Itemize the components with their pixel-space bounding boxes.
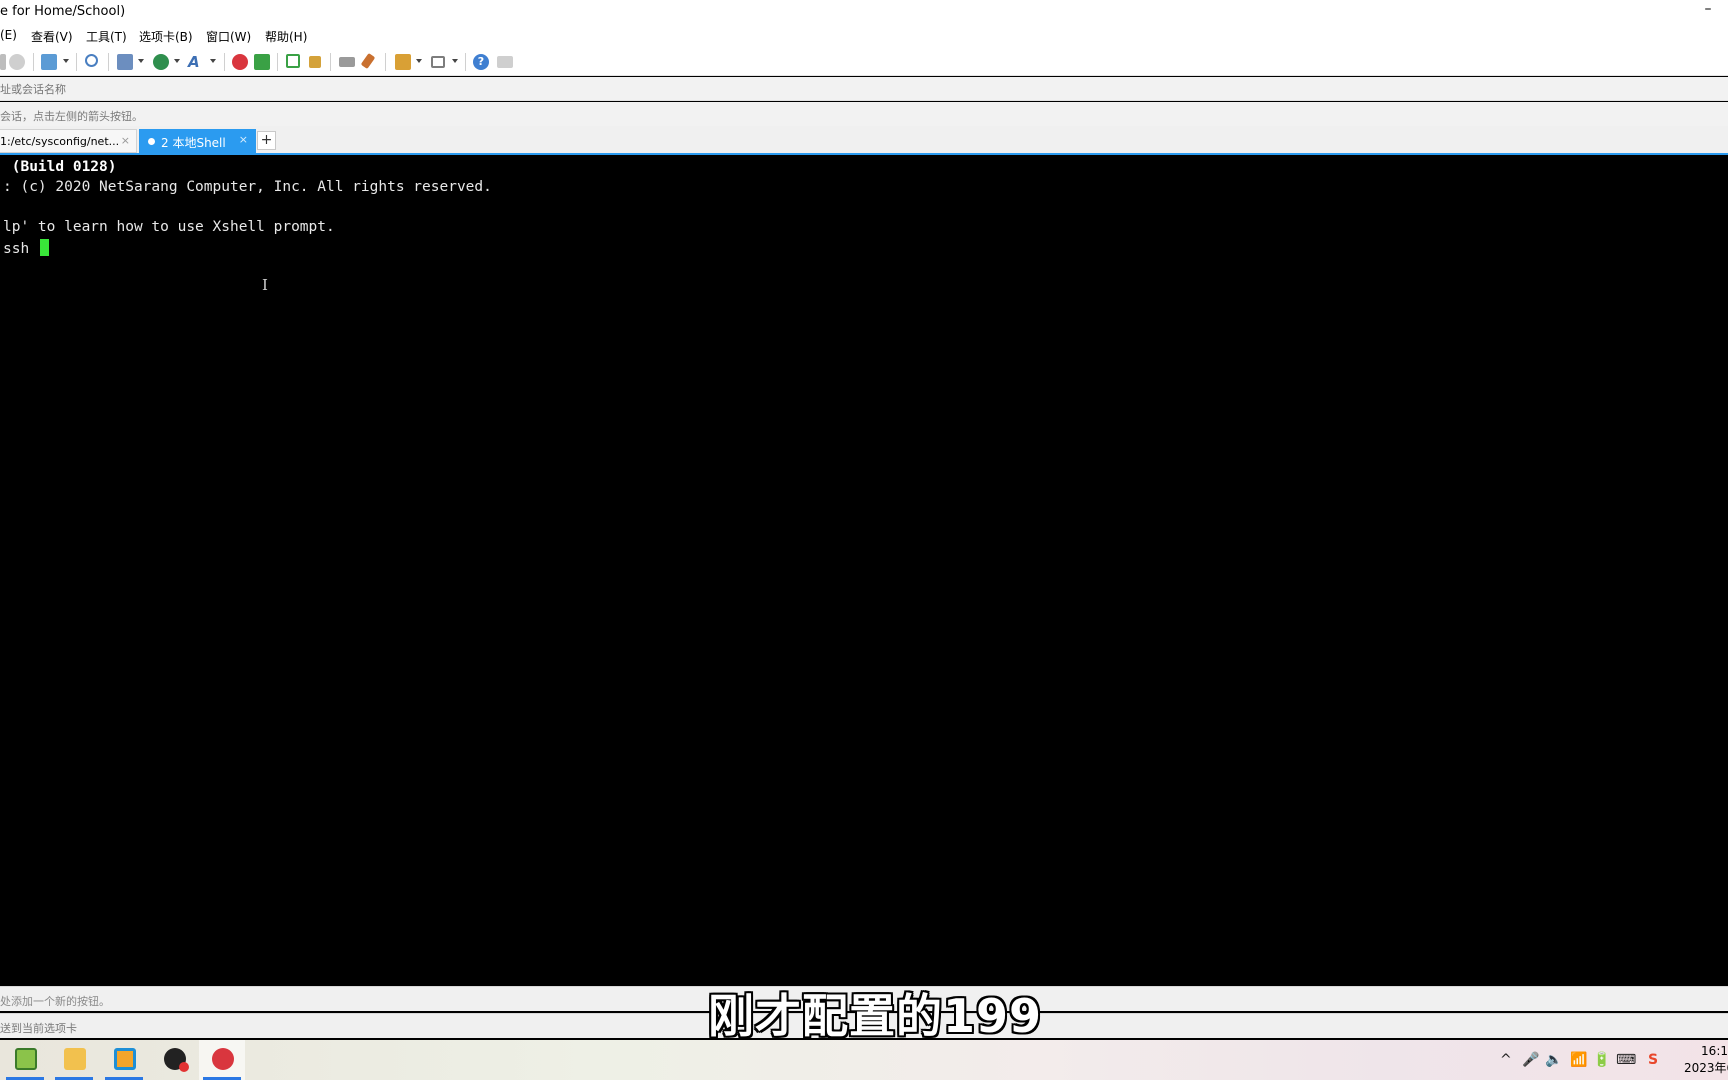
find-icon[interactable] [85,54,98,67]
volume-icon[interactable]: 🔈 [1545,1052,1562,1068]
globe-icon[interactable] [153,54,169,70]
tray-expand-icon[interactable]: ^ [1500,1052,1512,1068]
layout-icon[interactable] [431,56,445,68]
battery-icon[interactable]: 🔋 [1593,1052,1610,1068]
obs-app-button[interactable] [151,1040,197,1080]
minimize-button[interactable]: – [1698,0,1718,20]
menu-tools[interactable]: 工具(T) [86,28,127,45]
vmware-app-button[interactable] [101,1040,147,1080]
menu-help[interactable]: 帮助(H) [265,28,307,45]
terminal-prompt: ssh [3,239,49,259]
prompt-text: ssh [3,241,38,257]
green-icon[interactable] [254,54,270,70]
taskbar: ^ 🎤 🔈 📶 🔋 ⌨ S 16:1 2023年6 [0,1040,1728,1080]
status-dot-icon [148,138,155,145]
tab-bar: 1:/etc/sysconfig/net... × 2 本地Shell × + [0,126,1728,155]
hint-text: 会话，点击左侧的箭头按钮。 [0,110,143,123]
title-bar: e for Home/School) – [0,0,1728,23]
script-icon[interactable] [395,54,411,70]
add-tab-button[interactable]: + [257,131,276,150]
clock[interactable]: 16:1 2023年6 [1684,1043,1728,1077]
terminal-line: (Build 0128) [3,159,117,175]
microphone-icon[interactable]: 🎤 [1522,1052,1539,1068]
transfer-dropdown-icon[interactable] [138,59,144,63]
link-icon[interactable] [9,54,25,70]
globe-dropdown-icon[interactable] [174,59,180,63]
tab-close-icon[interactable]: × [239,133,248,146]
lock-icon[interactable] [309,56,321,68]
recording-dot-icon [179,1062,189,1072]
fullscreen-icon[interactable] [286,54,300,68]
menu-tabs[interactable]: 选项卡(B) [139,28,193,45]
ibeam-cursor-icon: I [262,276,268,294]
help-icon[interactable]: ? [473,54,489,70]
text-cursor [39,239,49,256]
toolbar: A ? [0,47,1728,76]
explorer-app-button[interactable] [51,1040,97,1080]
window-title: e for Home/School) [0,4,126,19]
tab-local-shell[interactable]: 2 本地Shell × [139,129,256,153]
menu-window[interactable]: 窗口(W) [206,28,251,45]
status-text: 处添加一个新的按钮。 [0,995,110,1008]
tab-label: 1:/etc/sysconfig/net... [0,135,120,148]
transfer-icon[interactable] [117,54,133,70]
connect-icon[interactable] [0,54,6,70]
terminal-line: : (c) 2020 NetSarang Computer, Inc. All … [3,179,492,195]
clock-date: 2023年6 [1684,1061,1728,1075]
video-subtitle: 刚才配置的199 [708,989,1043,1043]
terminal-line: lp' to learn how to use Xshell prompt. [3,219,335,235]
wifi-icon[interactable]: 📶 [1570,1052,1587,1068]
xshell-icon [212,1048,234,1070]
xshell-app-button[interactable] [199,1040,245,1080]
compose-text: 送到当前选项卡 [0,1022,77,1035]
notepad-app-button[interactable] [2,1040,48,1080]
folder-icon [64,1048,86,1070]
new-tab-dropdown-icon[interactable] [63,59,69,63]
script-dropdown-icon[interactable] [416,59,422,63]
menu-bar: (E) 查看(V) 工具(T) 选项卡(B) 窗口(W) 帮助(H) [0,23,1728,47]
xftp-icon[interactable] [232,54,248,70]
layout-dropdown-icon[interactable] [452,59,458,63]
keyboard-icon[interactable] [339,57,355,67]
sogou-ime-icon[interactable]: S [1648,1052,1658,1068]
new-tab-icon[interactable] [41,54,57,70]
notepad-icon [15,1048,37,1070]
chat-icon[interactable] [497,56,513,68]
vmware-icon [114,1048,136,1070]
menu-view[interactable]: 查看(V) [31,28,73,45]
font-icon[interactable]: A [188,54,204,70]
address-input[interactable] [0,79,1728,99]
clock-time: 16:1 [1701,1044,1728,1058]
input-method-icon[interactable]: ⌨ [1616,1052,1636,1068]
tab-session-1[interactable]: 1:/etc/sysconfig/net... × [0,129,137,153]
terminal[interactable]: (Build 0128) : (c) 2020 NetSarang Comput… [0,157,1728,986]
hint-bar: 会话，点击左侧的箭头按钮。 [0,102,1728,126]
tab-close-icon[interactable]: × [121,134,130,147]
font-dropdown-icon[interactable] [210,59,216,63]
highlight-icon[interactable] [360,52,376,70]
tab-label: 2 本地Shell [161,136,226,150]
address-bar [0,77,1728,101]
menu-edit[interactable]: (E) [0,28,17,42]
